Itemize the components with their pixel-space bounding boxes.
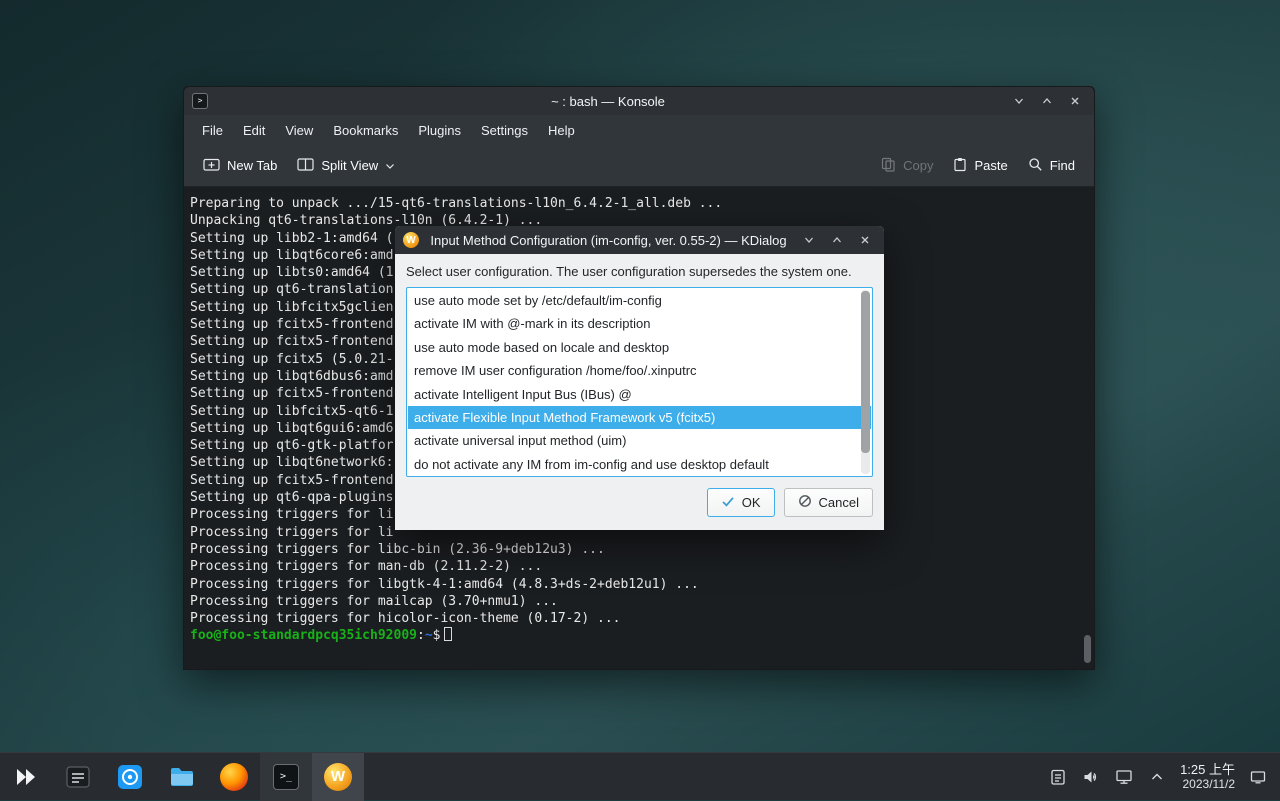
dialog-button-row: OK Cancel — [395, 477, 884, 528]
terminal-line: Processing triggers for libc-bin (2.36-9… — [190, 541, 1094, 558]
close-button[interactable] — [1064, 90, 1086, 112]
terminal-line: Processing triggers for man-db (2.11.2-2… — [190, 558, 1094, 575]
taskbar: >_ W 1:25 上午 2023/11/2 — [0, 752, 1280, 800]
minimize-button[interactable] — [1008, 90, 1030, 112]
dialog-titlebar[interactable]: W Input Method Configuration (im-config,… — [395, 226, 884, 254]
list-scrollbar[interactable] — [861, 290, 870, 474]
prompt-symbol: $ — [433, 628, 441, 643]
prompt-path: ~ — [425, 628, 433, 643]
maximize-button[interactable] — [1036, 90, 1058, 112]
konsole-task-icon[interactable]: >_ — [260, 753, 312, 801]
cancel-button[interactable]: Cancel — [784, 488, 873, 517]
split-view-label: Split View — [321, 158, 378, 173]
terminal-scrollbar[interactable] — [1084, 635, 1091, 663]
terminal-cursor — [444, 627, 452, 641]
list-item[interactable]: use auto mode set by /etc/default/im-con… — [408, 289, 858, 312]
dialog-title: Input Method Configuration (im-config, v… — [425, 233, 792, 248]
paste-label: Paste — [974, 158, 1007, 173]
cancel-label: Cancel — [819, 495, 859, 510]
split-view-icon — [297, 157, 314, 175]
copy-icon — [881, 157, 896, 175]
list-item[interactable]: activate Flexible Input Method Framework… — [408, 406, 871, 429]
terminal-line: Preparing to unpack .../15-qt6-translati… — [190, 195, 1094, 212]
list-item[interactable]: use auto mode based on locale and deskto… — [408, 336, 858, 359]
ok-label: OK — [742, 495, 761, 510]
dialog-message: Select user configuration. The user conf… — [406, 264, 873, 279]
volume-icon[interactable] — [1081, 767, 1101, 787]
copy-button[interactable]: Copy — [872, 150, 942, 182]
im-config-icon: W — [403, 232, 419, 248]
paste-button[interactable]: Paste — [944, 150, 1016, 182]
new-tab-label: New Tab — [227, 158, 277, 173]
terminal-line: Processing triggers for mailcap (3.70+nm… — [190, 593, 1094, 610]
application-launcher-button[interactable] — [0, 753, 52, 801]
terminal-line: Processing triggers for libgtk-4-1:amd64… — [190, 576, 1094, 593]
split-view-button[interactable]: Split View — [288, 150, 404, 182]
list-item[interactable]: do not activate any IM from im-config an… — [408, 453, 858, 476]
search-icon — [1028, 157, 1043, 175]
menu-file[interactable]: File — [192, 118, 233, 143]
konsole-titlebar[interactable]: > ~ : bash — Konsole — [184, 87, 1094, 115]
menu-settings[interactable]: Settings — [471, 118, 538, 143]
file-manager-icon[interactable] — [156, 753, 208, 801]
im-config-list: use auto mode set by /etc/default/im-con… — [408, 289, 858, 475]
discover-icon[interactable] — [104, 753, 156, 801]
display-icon[interactable] — [1114, 767, 1134, 787]
list-item[interactable]: remove IM user configuration /home/foo/.… — [408, 359, 858, 382]
list-item[interactable]: activate Intelligent Input Bus (IBus) @ — [408, 383, 858, 406]
digital-clock[interactable]: 1:25 上午 2023/11/2 — [1180, 762, 1235, 792]
konsole-window-icon: > — [192, 93, 208, 109]
pager-icon[interactable] — [52, 753, 104, 801]
ok-button[interactable]: OK — [707, 488, 775, 517]
prompt-separator: : — [417, 628, 425, 643]
im-config-listbox: use auto mode set by /etc/default/im-con… — [406, 287, 873, 477]
find-label: Find — [1050, 158, 1075, 173]
new-tab-icon — [203, 157, 220, 175]
terminal-line: Processing triggers for hicolor-icon-the… — [190, 610, 1094, 627]
list-scrollbar-thumb[interactable] — [861, 291, 870, 453]
cancel-icon — [798, 494, 812, 511]
find-button[interactable]: Find — [1019, 150, 1084, 182]
check-icon — [721, 495, 735, 511]
copy-label: Copy — [903, 158, 933, 173]
konsole-toolbar: New Tab Split View Copy Paste — [184, 145, 1094, 187]
menu-help[interactable]: Help — [538, 118, 585, 143]
im-config-task-icon[interactable]: W — [312, 753, 364, 801]
list-item[interactable]: activate IM with @-mark in its descripti… — [408, 312, 858, 335]
system-tray: 1:25 上午 2023/11/2 — [1048, 753, 1280, 800]
menu-bookmarks[interactable]: Bookmarks — [323, 118, 408, 143]
new-tab-button[interactable]: New Tab — [194, 150, 286, 182]
dialog-close-button[interactable] — [854, 229, 876, 251]
expand-tray-icon[interactable] — [1147, 767, 1167, 787]
clock-date: 2023/11/2 — [1180, 777, 1235, 792]
clipboard-icon[interactable] — [1048, 767, 1068, 787]
firefox-icon[interactable] — [208, 753, 260, 801]
prompt-user-host: foo@foo-standardpcq35ich92009 — [190, 628, 417, 643]
im-config-dialog: W Input Method Configuration (im-config,… — [395, 226, 884, 530]
dialog-minimize-button[interactable] — [798, 229, 820, 251]
terminal-prompt-line: foo@foo-standardpcq35ich92009:~$ — [190, 627, 1094, 644]
chevron-down-icon — [385, 158, 395, 173]
menu-view[interactable]: View — [275, 118, 323, 143]
list-item[interactable]: activate universal input method (uim) — [408, 429, 858, 452]
show-desktop-icon[interactable] — [1248, 767, 1268, 787]
menu-edit[interactable]: Edit — [233, 118, 275, 143]
clock-time: 1:25 上午 — [1180, 762, 1235, 777]
konsole-window-title: ~ : bash — Konsole — [214, 94, 1002, 109]
paste-icon — [953, 157, 967, 175]
menu-plugins[interactable]: Plugins — [408, 118, 471, 143]
konsole-menubar: File Edit View Bookmarks Plugins Setting… — [184, 115, 1094, 145]
taskbar-left: >_ W — [0, 753, 364, 800]
dialog-maximize-button[interactable] — [826, 229, 848, 251]
